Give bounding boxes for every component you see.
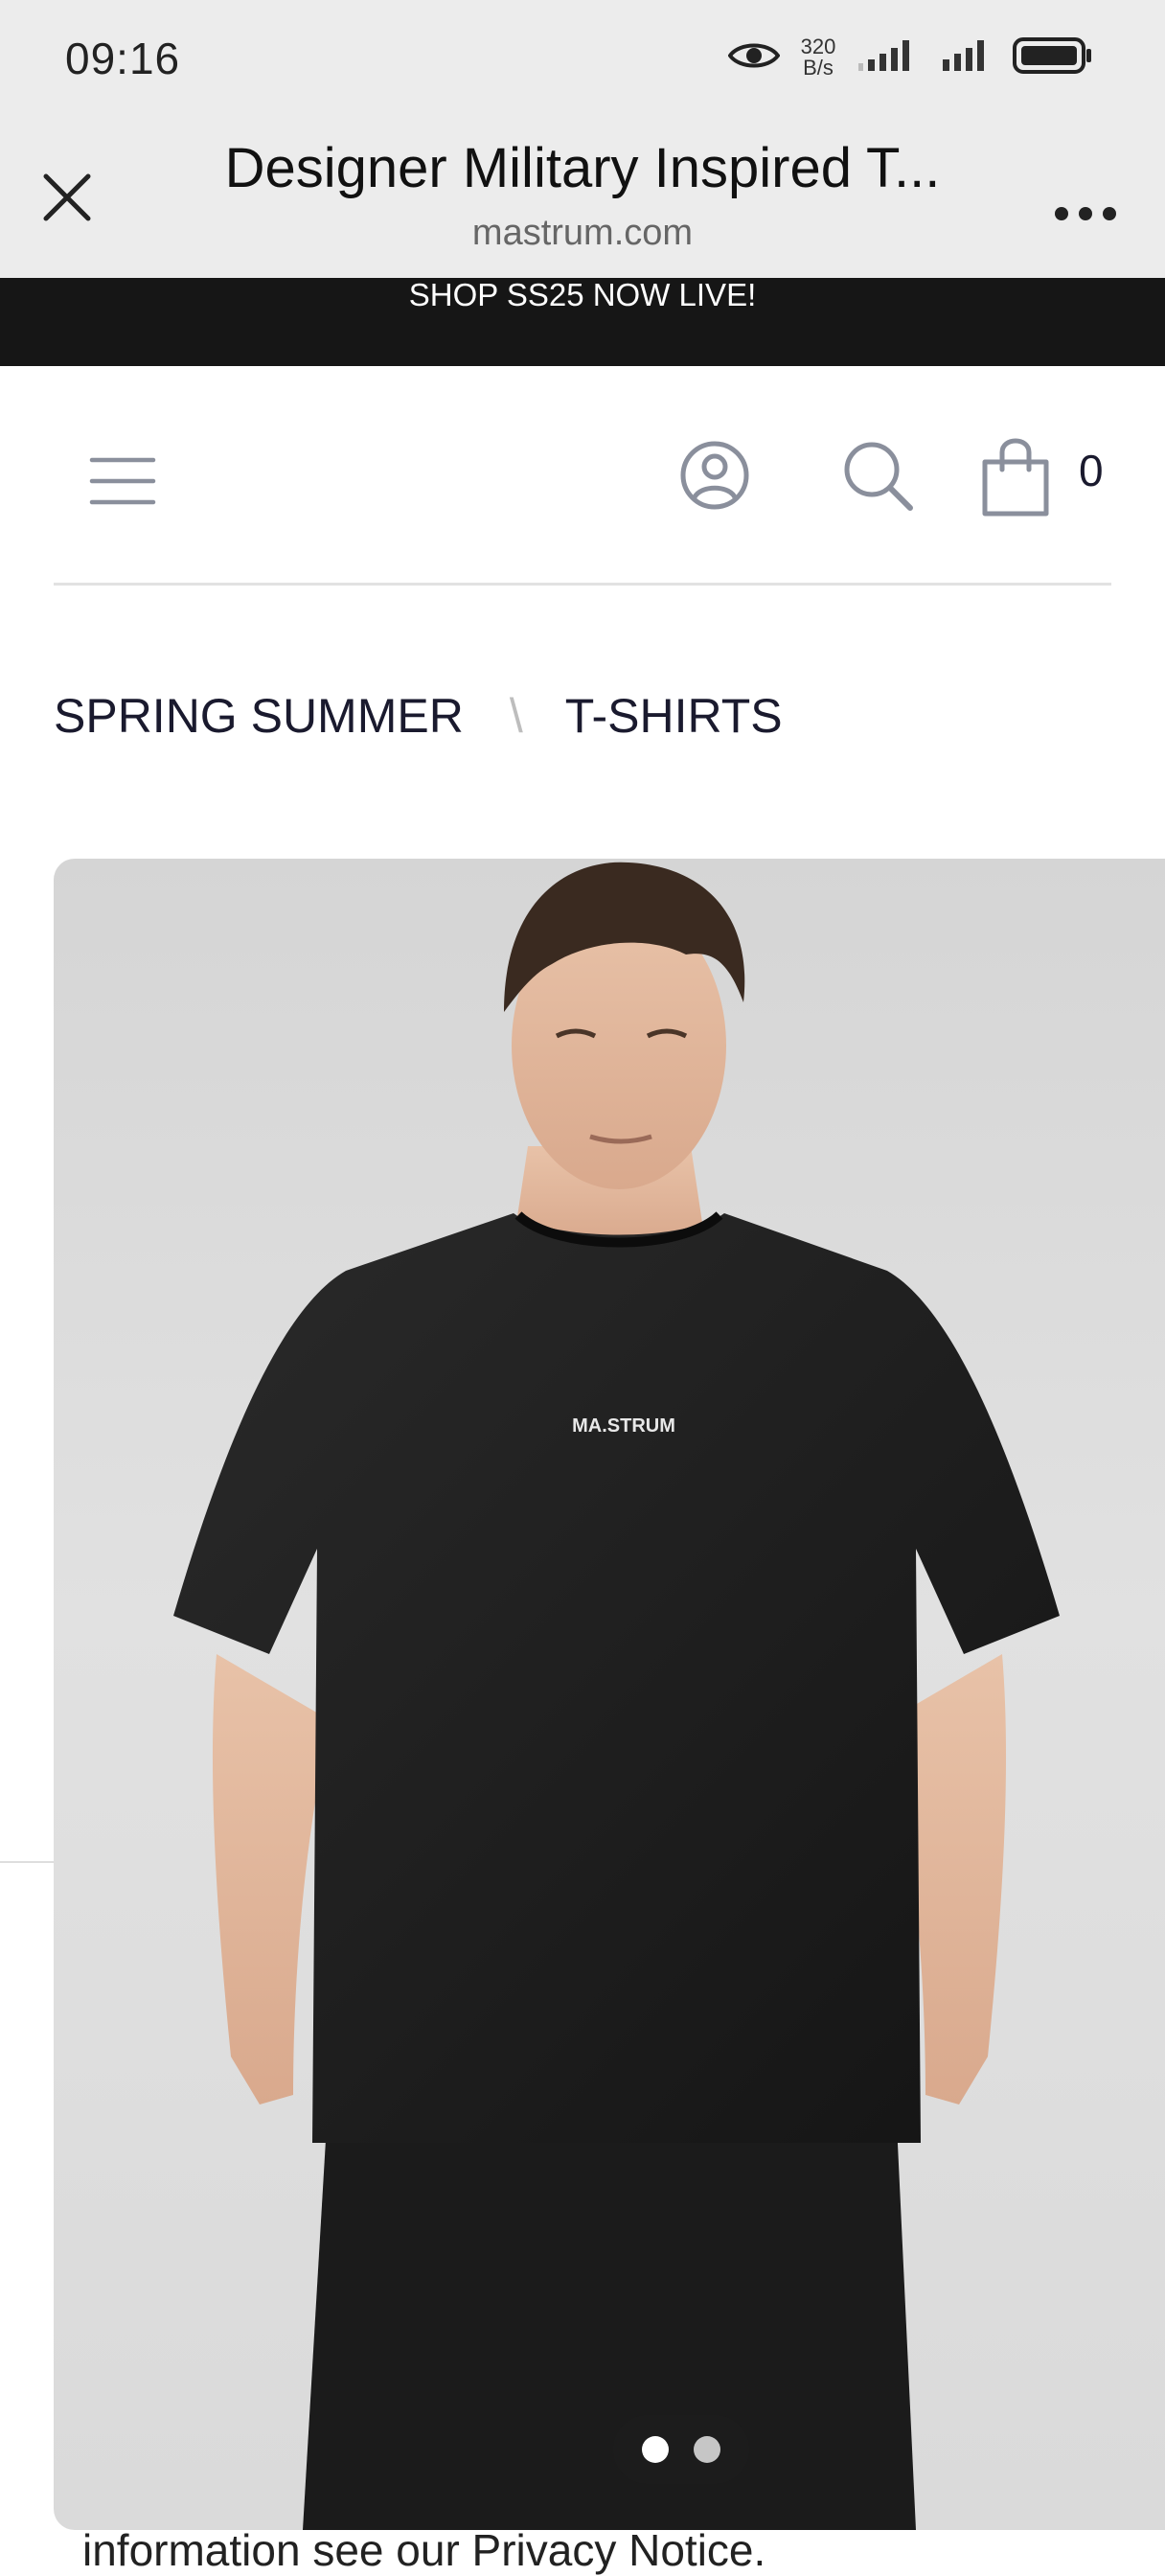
header-divider xyxy=(54,583,1111,586)
close-icon xyxy=(40,171,94,229)
cookie-notice-text: information see our Privacy Notice. xyxy=(82,2524,765,2576)
more-icon xyxy=(1052,204,1119,228)
status-bar: 09:16 320 B/s xyxy=(0,0,1165,115)
search-icon xyxy=(839,442,916,518)
privacy-notice-link[interactable]: Privacy Notice xyxy=(472,2525,754,2575)
net-speed-unit: B/s xyxy=(803,56,834,80)
account-icon xyxy=(676,441,753,518)
status-icons: 320 B/s xyxy=(727,29,1094,86)
product-image-gallery[interactable]: MA.STRUM xyxy=(54,859,1165,2530)
product-photo: MA.STRUM xyxy=(173,862,1060,2530)
gallery-dot-2[interactable] xyxy=(694,2436,720,2463)
battery-icon xyxy=(1012,34,1094,81)
menu-button[interactable] xyxy=(86,450,159,512)
menu-icon xyxy=(86,457,159,516)
page-title: Designer Military Inspired T... xyxy=(224,137,941,199)
bag-button[interactable] xyxy=(977,433,1054,519)
webview-header: Designer Military Inspired T... mastrum.… xyxy=(0,115,1165,278)
bag-icon xyxy=(977,438,1054,523)
net-speed: 320 B/s xyxy=(797,36,839,79)
signal-icon xyxy=(941,36,994,80)
eye-icon xyxy=(727,39,781,77)
breadcrumb-item-t-shirts[interactable]: T-SHIRTS xyxy=(565,688,783,744)
gallery-pagination[interactable] xyxy=(613,2415,749,2484)
cookie-text-prefix: information see our xyxy=(82,2525,472,2575)
close-button[interactable] xyxy=(36,169,98,230)
shirt-logo: MA.STRUM xyxy=(572,1415,675,1437)
net-speed-value: 320 xyxy=(800,34,836,58)
gallery-dot-1[interactable] xyxy=(642,2436,669,2463)
cart-count: 0 xyxy=(1079,446,1104,495)
more-button[interactable] xyxy=(1042,172,1129,259)
search-button[interactable] xyxy=(839,437,916,514)
cookie-text-suffix: . xyxy=(753,2525,766,2575)
account-button[interactable] xyxy=(676,437,753,514)
breadcrumb: SPRING SUMMER \ T-SHIRTS xyxy=(54,682,783,749)
signal-icon xyxy=(857,36,924,80)
promo-banner[interactable]: SHOP SS25 NOW LIVE! xyxy=(0,277,1165,366)
breadcrumb-item-spring-summer[interactable]: SPRING SUMMER xyxy=(54,688,464,744)
breadcrumb-separator: \ xyxy=(509,689,523,743)
browser-chrome: 09:16 320 B/s Designer Military Inspired… xyxy=(0,0,1165,278)
promo-text: SHOP SS25 NOW LIVE! xyxy=(408,277,757,312)
page-domain: mastrum.com xyxy=(471,213,694,253)
status-time: 09:16 xyxy=(65,34,181,83)
site-header: 0 xyxy=(0,366,1165,586)
side-divider xyxy=(0,1861,54,1863)
